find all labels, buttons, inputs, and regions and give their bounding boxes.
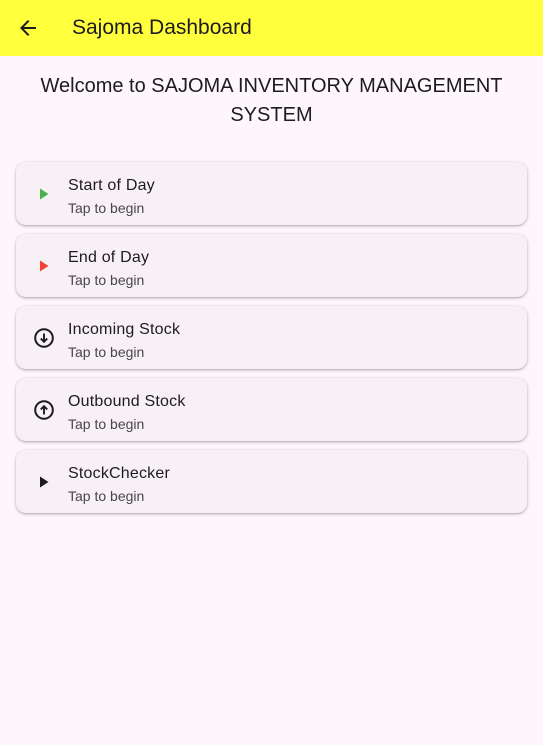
outbound-stock-card[interactable]: Outbound Stock Tap to begin (16, 378, 527, 441)
card-subtitle: Tap to begin (68, 200, 145, 216)
play-icon (32, 254, 56, 278)
arrow-circle-down-icon (32, 326, 56, 350)
card-subtitle: Tap to begin (68, 344, 145, 360)
app-bar: Sajoma Dashboard (0, 0, 543, 56)
welcome-heading: Welcome to SAJOMA INVENTORY MANAGEMENT S… (40, 75, 503, 126)
card-subtitle: Tap to begin (68, 272, 145, 288)
back-button[interactable] (4, 4, 52, 52)
arrow-circle-up-icon (32, 398, 56, 422)
arrow-left-icon (20, 20, 36, 36)
card-title: StockChecker (68, 465, 170, 482)
action-list: Start of Day Tap to begin End of Day Tap… (16, 162, 527, 522)
app-title: Sajoma Dashboard (72, 16, 252, 39)
start-of-day-card[interactable]: Start of Day Tap to begin (16, 162, 527, 225)
stockchecker-card[interactable]: StockChecker Tap to begin (16, 450, 527, 513)
end-of-day-card[interactable]: End of Day Tap to begin (16, 234, 527, 297)
card-title: Outbound Stock (68, 393, 186, 410)
card-title: End of Day (68, 249, 150, 266)
play-icon (32, 182, 56, 206)
play-icon (32, 470, 56, 494)
card-title: Start of Day (68, 177, 155, 194)
card-title: Incoming Stock (68, 321, 181, 338)
card-subtitle: Tap to begin (68, 488, 145, 504)
card-subtitle: Tap to begin (68, 416, 145, 432)
incoming-stock-card[interactable]: Incoming Stock Tap to begin (16, 306, 527, 369)
